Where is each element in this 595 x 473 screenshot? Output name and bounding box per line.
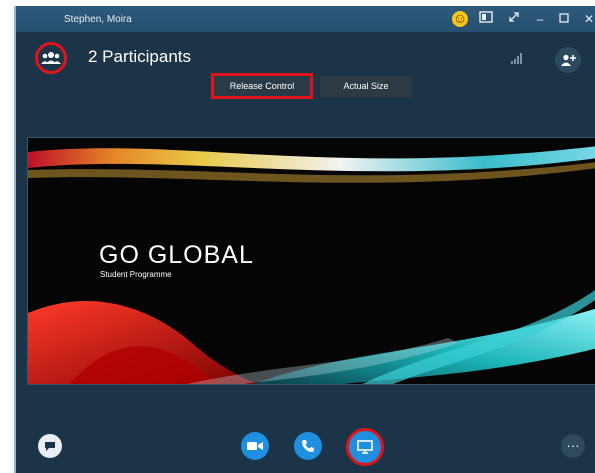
- more-options-button[interactable]: ···: [561, 434, 585, 458]
- slide-subtitle: Student Programme: [100, 270, 172, 279]
- chat-button[interactable]: [38, 434, 62, 458]
- release-control-button[interactable]: Release Control: [211, 73, 313, 99]
- minimize-icon[interactable]: –: [532, 11, 548, 27]
- window-title: Stephen, Moira: [64, 14, 132, 25]
- call-window: Stephen, Moira – ✕ 2 Participants: [14, 6, 595, 473]
- expand-icon[interactable]: [506, 11, 522, 27]
- chat-icon: [45, 442, 55, 451]
- slide-title: GO GLOBAL: [99, 241, 254, 269]
- close-icon[interactable]: ✕: [582, 11, 595, 27]
- video-button[interactable]: [241, 432, 269, 460]
- video-camera-icon: [247, 442, 263, 450]
- title-bar: Stephen, Moira – ✕: [16, 6, 595, 32]
- screen-share-button[interactable]: [346, 428, 384, 466]
- participants-count[interactable]: 2 Participants: [88, 47, 191, 67]
- screen-share-icon: [357, 440, 373, 454]
- audio-button[interactable]: [294, 432, 322, 460]
- add-person-button[interactable]: [555, 47, 581, 73]
- layout-icon[interactable]: [478, 11, 494, 27]
- shared-screen: GO GLOBAL Student Programme: [27, 137, 595, 385]
- actual-size-button[interactable]: Actual Size: [320, 76, 412, 97]
- emoji-icon[interactable]: [452, 10, 468, 27]
- add-person-icon: [561, 54, 576, 66]
- maximize-icon[interactable]: [556, 11, 572, 27]
- participants-icon[interactable]: [35, 42, 67, 74]
- phone-icon: [302, 440, 314, 452]
- call-header: 2 Participants Release Control Actual Si…: [16, 32, 595, 134]
- signal-strength-icon: [511, 53, 522, 64]
